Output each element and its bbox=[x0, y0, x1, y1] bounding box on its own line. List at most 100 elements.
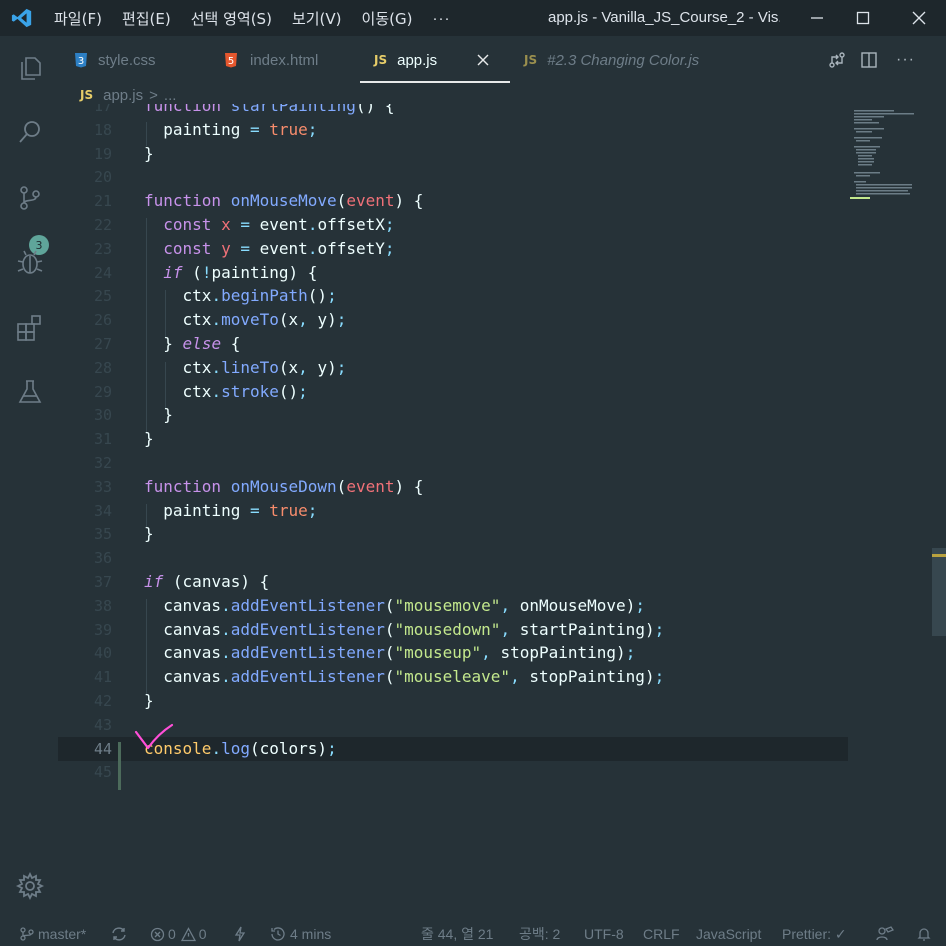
line-number: 40 bbox=[93, 644, 112, 663]
code-text: const y = event.offsetY; bbox=[163, 238, 395, 258]
tab-label: style.css bbox=[98, 51, 156, 69]
minimize-button[interactable] bbox=[794, 0, 840, 36]
line-number: 27 bbox=[93, 335, 112, 353]
code-line[interactable]: 29 ctx.stroke(); bbox=[58, 380, 848, 404]
breadcrumb-file[interactable]: app.js bbox=[103, 87, 143, 104]
menu-edit[interactable]: 편집(E) bbox=[112, 8, 181, 29]
code-text: function startPainting() { bbox=[144, 104, 395, 115]
code-line[interactable]: 21 function onMouseMove(event) { bbox=[58, 189, 848, 213]
code-line[interactable]: 32 bbox=[58, 451, 848, 475]
line-number: 25 bbox=[93, 287, 112, 306]
notifications-icon[interactable] bbox=[916, 922, 932, 946]
code-line[interactable]: 19} bbox=[58, 142, 848, 166]
code-line[interactable]: 40 canvas.addEventListener("mouseup", st… bbox=[58, 641, 848, 665]
problems-indicator[interactable]: 0 0 bbox=[150, 922, 207, 946]
breadcrumb-more[interactable]: ... bbox=[164, 87, 177, 104]
line-number: 20 bbox=[93, 168, 112, 187]
menu-go[interactable]: 이동(G) bbox=[352, 8, 423, 29]
search-icon[interactable] bbox=[14, 116, 46, 148]
code-line[interactable]: 27 } else { bbox=[58, 332, 848, 356]
code-editor[interactable]: 17 function startPainting() {18 painting … bbox=[58, 104, 848, 904]
prettier-status[interactable]: Prettier: ✓ bbox=[782, 922, 847, 946]
code-line[interactable]: 31} bbox=[58, 427, 848, 451]
code-line[interactable]: 41 canvas.addEventListener("mouseleave",… bbox=[58, 665, 848, 689]
tab-label: #2.3 Changing Color.js bbox=[547, 51, 700, 69]
line-number: 35 bbox=[93, 525, 112, 544]
menu-view[interactable]: 보기(V) bbox=[282, 8, 352, 29]
extensions-icon[interactable] bbox=[14, 312, 46, 344]
tab-style-css[interactable]: 3 style.css bbox=[74, 36, 156, 84]
scrollbar-thumb[interactable] bbox=[932, 548, 946, 636]
source-control-icon[interactable] bbox=[14, 182, 46, 214]
line-number: 26 bbox=[93, 311, 112, 330]
code-line[interactable]: 39 canvas.addEventListener("mousedown", … bbox=[58, 618, 848, 642]
code-line[interactable]: 24 if (!painting) { bbox=[58, 261, 848, 285]
branch-icon bbox=[20, 927, 34, 941]
code-line[interactable]: 30 } bbox=[58, 403, 848, 427]
line-number: 30 bbox=[93, 406, 112, 425]
menu-more-button[interactable]: ··· bbox=[422, 10, 460, 27]
more-actions-icon[interactable]: ··· bbox=[896, 51, 915, 69]
code-line[interactable]: 25 ctx.beginPath(); bbox=[58, 284, 848, 308]
line-number: 18 bbox=[93, 120, 112, 139]
sync-icon[interactable] bbox=[110, 922, 128, 946]
close-window-button[interactable] bbox=[896, 0, 942, 36]
active-tab-indicator bbox=[360, 81, 510, 83]
code-line[interactable]: 37 if (canvas) { bbox=[58, 570, 848, 594]
line-number: 31 bbox=[93, 430, 112, 449]
code-line[interactable]: 45 bbox=[58, 760, 848, 784]
line-number: 28 bbox=[93, 358, 112, 377]
close-tab-icon[interactable] bbox=[477, 54, 489, 66]
code-line[interactable]: 35} bbox=[58, 522, 848, 546]
minimap[interactable] bbox=[848, 104, 932, 200]
code-line[interactable]: 33 function onMouseDown(event) { bbox=[58, 475, 848, 499]
split-editor-icon[interactable] bbox=[860, 51, 878, 69]
line-number: 42 bbox=[93, 692, 112, 710]
code-text: } else { bbox=[163, 334, 241, 353]
cursor-position[interactable]: 줄 44, 열 21 bbox=[421, 922, 493, 946]
code-line[interactable]: 36 bbox=[58, 546, 848, 570]
code-text: } bbox=[144, 524, 154, 544]
branch-indicator[interactable]: master* bbox=[20, 922, 86, 946]
feedback-icon[interactable] bbox=[876, 922, 894, 946]
vertical-scrollbar[interactable] bbox=[932, 104, 946, 904]
tab-label: index.html bbox=[250, 51, 319, 69]
line-number: 33 bbox=[93, 477, 112, 496]
gear-icon[interactable] bbox=[14, 870, 46, 902]
menu-file[interactable]: 파일(F) bbox=[44, 8, 112, 29]
tab-app-js[interactable]: JS app.js bbox=[374, 36, 490, 84]
js-file-icon: JS bbox=[374, 53, 388, 67]
maximize-button[interactable] bbox=[840, 0, 886, 36]
flask-icon[interactable] bbox=[14, 376, 46, 408]
indentation[interactable]: 공백: 2 bbox=[519, 922, 560, 946]
code-line[interactable]: 20 bbox=[58, 165, 848, 189]
vscode-logo-icon bbox=[0, 0, 44, 36]
explorer-icon[interactable] bbox=[14, 52, 46, 84]
end-of-line[interactable]: CRLF bbox=[643, 922, 680, 946]
code-line[interactable]: 22 const x = event.offsetX; bbox=[58, 213, 848, 237]
encoding[interactable]: UTF-8 bbox=[584, 922, 624, 946]
time-tracker[interactable]: 4 mins bbox=[270, 922, 331, 946]
code-line[interactable]: 38 canvas.addEventListener("mousemove", … bbox=[58, 594, 848, 618]
code-text: function onMouseMove(event) { bbox=[144, 191, 424, 211]
code-text: canvas.addEventListener("mousedown", sta… bbox=[163, 619, 665, 639]
code-text: canvas.addEventListener("mouseleave", st… bbox=[163, 667, 665, 687]
menu-selection[interactable]: 선택 영역(S) bbox=[181, 8, 282, 29]
lightning-icon[interactable] bbox=[234, 922, 246, 946]
code-text: } bbox=[144, 429, 154, 449]
tab-index-html[interactable]: 5 index.html bbox=[224, 36, 318, 84]
line-number: 22 bbox=[93, 216, 112, 234]
debug-icon[interactable] bbox=[14, 246, 46, 278]
code-line[interactable]: 17 function startPainting() { bbox=[58, 104, 848, 118]
code-line[interactable]: 28 ctx.lineTo(x, y); bbox=[58, 356, 848, 380]
compare-changes-icon[interactable] bbox=[828, 51, 846, 69]
code-line[interactable]: 23 const y = event.offsetY; bbox=[58, 237, 848, 261]
line-number: 37 bbox=[93, 573, 112, 591]
tab-changing-color-js[interactable]: JS #2.3 Changing Color.js bbox=[524, 36, 699, 84]
language-mode[interactable]: JavaScript bbox=[696, 922, 761, 946]
line-number: 34 bbox=[93, 501, 112, 520]
code-line[interactable]: 18 painting = true; bbox=[58, 118, 848, 142]
code-line[interactable]: 34 painting = true; bbox=[58, 499, 848, 523]
code-line[interactable]: 26 ctx.moveTo(x, y); bbox=[58, 308, 848, 332]
code-line[interactable]: 42} bbox=[58, 689, 848, 713]
